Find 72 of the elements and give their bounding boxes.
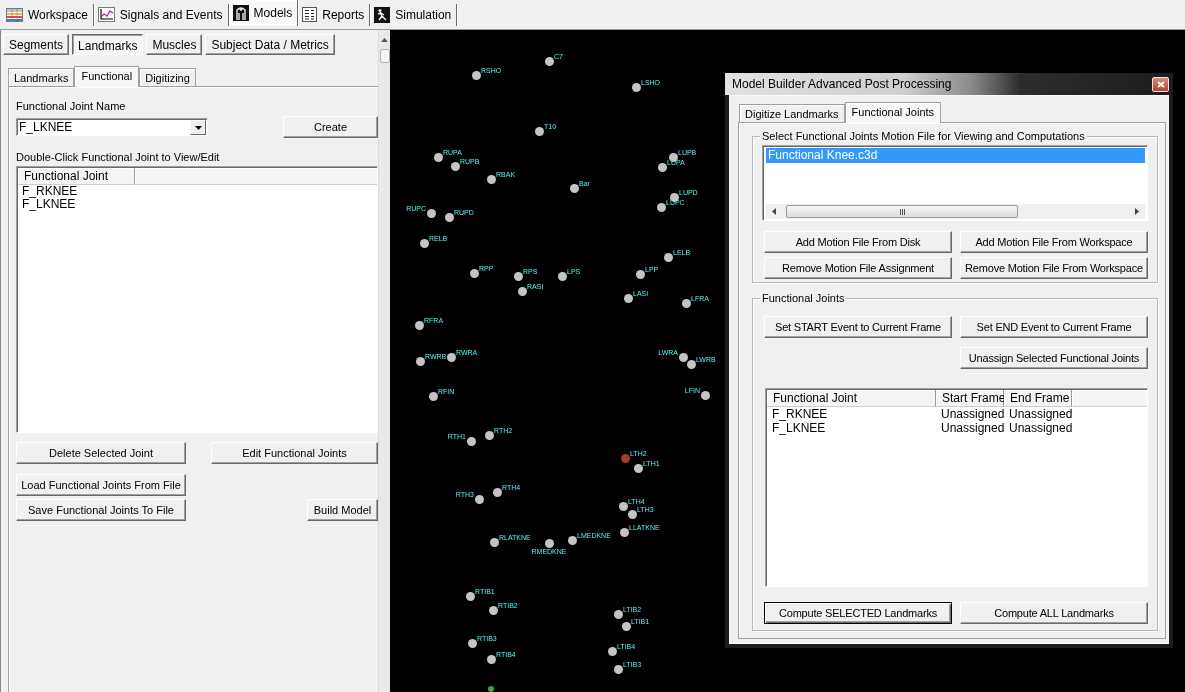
motion-file-button[interactable]: Add Motion File From Workspace: [960, 231, 1148, 253]
app-tab-label: Models: [253, 6, 293, 20]
load-file-button[interactable]: Load Functional Joints From File: [16, 474, 186, 496]
table-cell-text: F_LKNEE: [771, 421, 827, 435]
panel-tab[interactable]: Landmarks: [72, 34, 144, 55]
delete-joint-button[interactable]: Delete Selected Joint: [16, 442, 186, 464]
group-label: Select Functional Joints Motion File for Viewing and Computations: [761, 130, 1086, 142]
caret-down-icon: [194, 125, 202, 130]
panel-tab[interactable]: Subject Data / Metrics: [205, 34, 335, 55]
list-item[interactable]: F_RKNEE: [18, 185, 78, 198]
app-tab[interactable]: Workspace: [3, 3, 94, 26]
app-tab[interactable]: Models: [229, 0, 299, 26]
app-tab[interactable]: Reports: [299, 3, 371, 26]
app-tab-label: Signals and Events: [119, 7, 223, 22]
joint-list[interactable]: Functional Joint F_RKNEE F_LKNEE: [16, 166, 378, 433]
app-tab[interactable]: Signals and Events: [94, 3, 229, 26]
close-button[interactable]: [1152, 76, 1169, 92]
spreadsheet-icon: [6, 7, 23, 22]
table-cell-text: Unassigned: [940, 421, 1004, 435]
subtab[interactable]: Digitizing: [139, 68, 196, 86]
panel-tab[interactable]: Muscles: [146, 34, 203, 55]
set-event-button[interactable]: Set START Event to Current Frame: [764, 316, 952, 338]
table-row[interactable]: F_RKNEE Unassigned Unassigned: [767, 407, 1147, 421]
joint-name-combo[interactable]: F_LKNEE: [16, 118, 208, 136]
list-hint: Double-Click Functional Joint to View/Edit: [16, 150, 221, 164]
app-tab[interactable]: Simulation: [371, 3, 458, 26]
dialog-tab[interactable]: Digitize Landmarks: [739, 104, 845, 122]
scrollbar[interactable]: [766, 204, 1145, 219]
motion-file-button[interactable]: Remove Motion File Assignment: [764, 257, 952, 279]
table-cell-text: F_RKNEE: [771, 407, 829, 421]
table-cell-text: Unassigned: [1008, 421, 1072, 435]
scroll-up-arrow-icon[interactable]: [381, 38, 388, 42]
table-cell-text: Unassigned: [1008, 407, 1072, 421]
dialog-title: Model Builder Advanced Post Processing: [731, 77, 952, 91]
grip-icon: [899, 208, 905, 215]
scrollbar[interactable]: [378, 30, 390, 692]
build-model-button[interactable]: Build Model: [307, 499, 378, 521]
app-tab-label: Reports: [322, 7, 365, 22]
scroll-right-arrow-icon[interactable]: [1135, 208, 1139, 215]
dropdown-button[interactable]: [190, 120, 206, 135]
save-file-button[interactable]: Save Functional Joints To File: [16, 499, 186, 521]
joint-name-label: Functional Joint Name: [16, 99, 127, 113]
unassign-button[interactable]: Unassign Selected Functional Joints: [960, 347, 1148, 369]
motion-file-button[interactable]: Add Motion File From Disk: [764, 231, 952, 253]
subtab[interactable]: Landmarks: [8, 68, 75, 86]
scroll-thumb[interactable]: [786, 205, 1018, 218]
compute-landmarks-button[interactable]: Compute SELECTED Landmarks: [764, 602, 952, 624]
set-event-button[interactable]: Set END Event to Current Frame: [960, 316, 1148, 338]
column-header[interactable]: Functional Joint: [18, 168, 135, 185]
close-icon: [1156, 80, 1165, 88]
list-item[interactable]: F_LKNEE: [18, 198, 76, 211]
scroll-left-arrow-icon[interactable]: [772, 208, 776, 215]
motion-file-button[interactable]: Remove Motion File From Workspace: [960, 257, 1148, 279]
column-header[interactable]: Start Frame: [936, 390, 1004, 407]
document-icon: [302, 7, 318, 22]
walking-figure-icon: [374, 6, 391, 23]
figure-icon: [232, 5, 249, 21]
subtab[interactable]: Functional: [74, 66, 140, 87]
group-label: Functional Joints: [761, 292, 846, 304]
graph-icon: [97, 7, 115, 22]
table-row[interactable]: F_LKNEE Unassigned Unassigned: [767, 421, 1147, 435]
compute-landmarks-button[interactable]: Compute ALL Landmarks: [960, 602, 1148, 624]
panel-tab[interactable]: Segments: [3, 34, 70, 55]
scroll-thumb[interactable]: [379, 49, 390, 63]
app-tab-label: Simulation: [395, 7, 452, 22]
create-button[interactable]: Create: [283, 116, 378, 138]
edit-joints-button[interactable]: Edit Functional Joints: [211, 442, 378, 464]
app-tab-label: Workspace: [28, 7, 88, 22]
column-header[interactable]: End Frame: [1004, 390, 1072, 407]
table-cell-text: Unassigned: [940, 407, 1004, 421]
dialog-tab[interactable]: Functional Joints: [844, 102, 942, 123]
column-header[interactable]: Functional Joint: [767, 390, 936, 407]
